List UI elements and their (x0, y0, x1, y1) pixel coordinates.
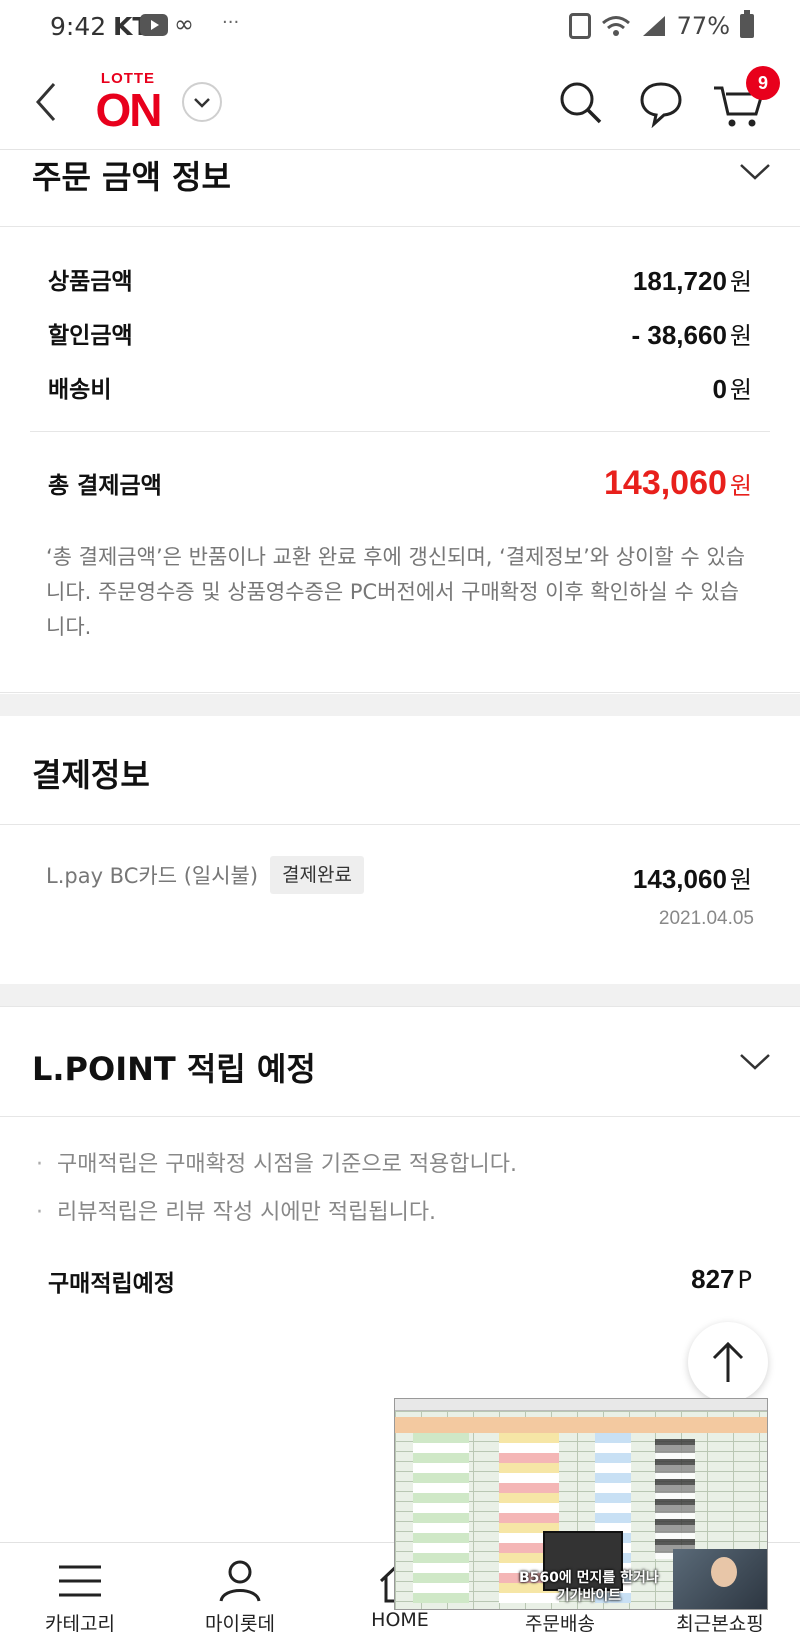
pip-caption-line1: B560에 먼지를 한거나 (519, 1570, 659, 1586)
vibrate-icon (568, 13, 591, 39)
lpoint-bullet-review: 리뷰적립은 리뷰 작성 시에만 적립됩니다. (36, 1194, 436, 1226)
divider (0, 824, 800, 825)
link-icon: ∞ (174, 10, 194, 38)
pip-spreadsheet-column (413, 1433, 469, 1603)
nav-recent-shopping-label: 최근본쇼핑 (676, 1613, 764, 1635)
payment-notice-text: ‘총 결제금액’은 반품이나 교환 완료 후에 갱신되며, ‘결제정보’와 상이… (46, 545, 746, 639)
lpoint-collapse-chevron-icon[interactable] (738, 1052, 772, 1072)
payment-info-title: 결제정보 (32, 756, 150, 794)
chat-bubble-icon (640, 82, 682, 129)
shipping-fee-value: 0원 (712, 374, 752, 404)
battery-percent: 77% (676, 12, 730, 40)
menu-icon (59, 1565, 101, 1597)
scroll-to-top-button[interactable] (688, 1322, 768, 1402)
back-button[interactable] (30, 76, 70, 128)
nav-category[interactable]: 카테고리 (15, 1543, 145, 1640)
wifi-icon (601, 14, 631, 38)
pip-caption-line2: 기가바이트 (556, 1588, 622, 1604)
pip-video-overlay[interactable]: B560에 먼지를 한거나 기가바이트 (394, 1398, 768, 1610)
discount-amount-value: - 38,660 원 (631, 320, 753, 350)
payment-date: 2021.04.05 (658, 908, 754, 929)
expected-points-value: 827 P (691, 1264, 752, 1294)
logo-main-text: ON (95, 84, 163, 136)
battery-icon (740, 10, 754, 38)
cart-count-badge: 9 (746, 66, 780, 100)
payment-amount-value: 143,060 원 (632, 864, 752, 894)
search-icon (560, 82, 602, 124)
section-gap (0, 984, 800, 1006)
lpoint-title: L.POINT 적립 예정 (32, 1050, 316, 1088)
nav-mylotte[interactable]: 마이롯데 (175, 1543, 305, 1640)
nav-home-label: HOME (371, 1609, 429, 1631)
order-amount-title: 주문 금액 정보 (32, 158, 231, 196)
lotte-on-logo[interactable]: LOTTE ON (92, 70, 164, 136)
chat-button[interactable] (636, 78, 686, 129)
payment-status-badge: 결제완료 (270, 856, 364, 894)
product-amount-label: 상품금액 (48, 269, 133, 295)
status-more-dots: ··· (222, 12, 240, 33)
payment-method: L.pay BC카드 (일시불) (46, 864, 259, 888)
total-payment-label: 총 결제금액 (48, 473, 162, 499)
order-amount-collapse-chevron-icon[interactable] (738, 162, 772, 182)
youtube-icon (140, 14, 168, 36)
section-gap (0, 694, 800, 716)
product-amount-value: 181,720 원 (632, 266, 752, 296)
pip-presenter-face (711, 1557, 737, 1587)
nav-order-delivery-label: 주문배송 (525, 1613, 595, 1635)
divider (0, 1116, 800, 1117)
search-button[interactable] (556, 78, 606, 128)
back-arrow-icon (35, 83, 56, 121)
nav-mylotte-label: 마이롯데 (205, 1613, 275, 1635)
status-bar: 9:42 KT ∞ ··· 77% (0, 0, 800, 54)
shipping-fee-label: 배송비 (48, 377, 112, 403)
signal-icon (641, 14, 667, 38)
divider (0, 1006, 800, 1007)
person-icon (219, 1560, 261, 1602)
status-indicators: 77% (568, 10, 754, 40)
mall-dropdown-button[interactable] (182, 82, 222, 122)
expected-points-label: 구매적립예정 (48, 1271, 175, 1297)
pip-caption: B560에 먼지를 한거나 기가바이트 (519, 1569, 659, 1605)
app-header: LOTTE ON 9 (0, 56, 800, 150)
divider (0, 692, 800, 693)
pip-spreadsheet-header (395, 1417, 767, 1433)
nav-category-label: 카테고리 (45, 1613, 115, 1635)
pip-product-thumbnails (655, 1439, 695, 1559)
chevron-down-icon (194, 98, 210, 108)
divider (0, 226, 800, 227)
lpoint-bullet-purchase: 구매적립은 구매확정 시점을 기준으로 적용합니다. (36, 1146, 517, 1178)
arrow-up-icon (712, 1341, 744, 1382)
pip-window-bar (395, 1399, 767, 1411)
divider (30, 431, 770, 432)
total-payment-value: 143,060 원 (604, 464, 752, 502)
discount-amount-label: 할인금액 (48, 323, 133, 349)
status-time: 9:42 (50, 12, 107, 41)
